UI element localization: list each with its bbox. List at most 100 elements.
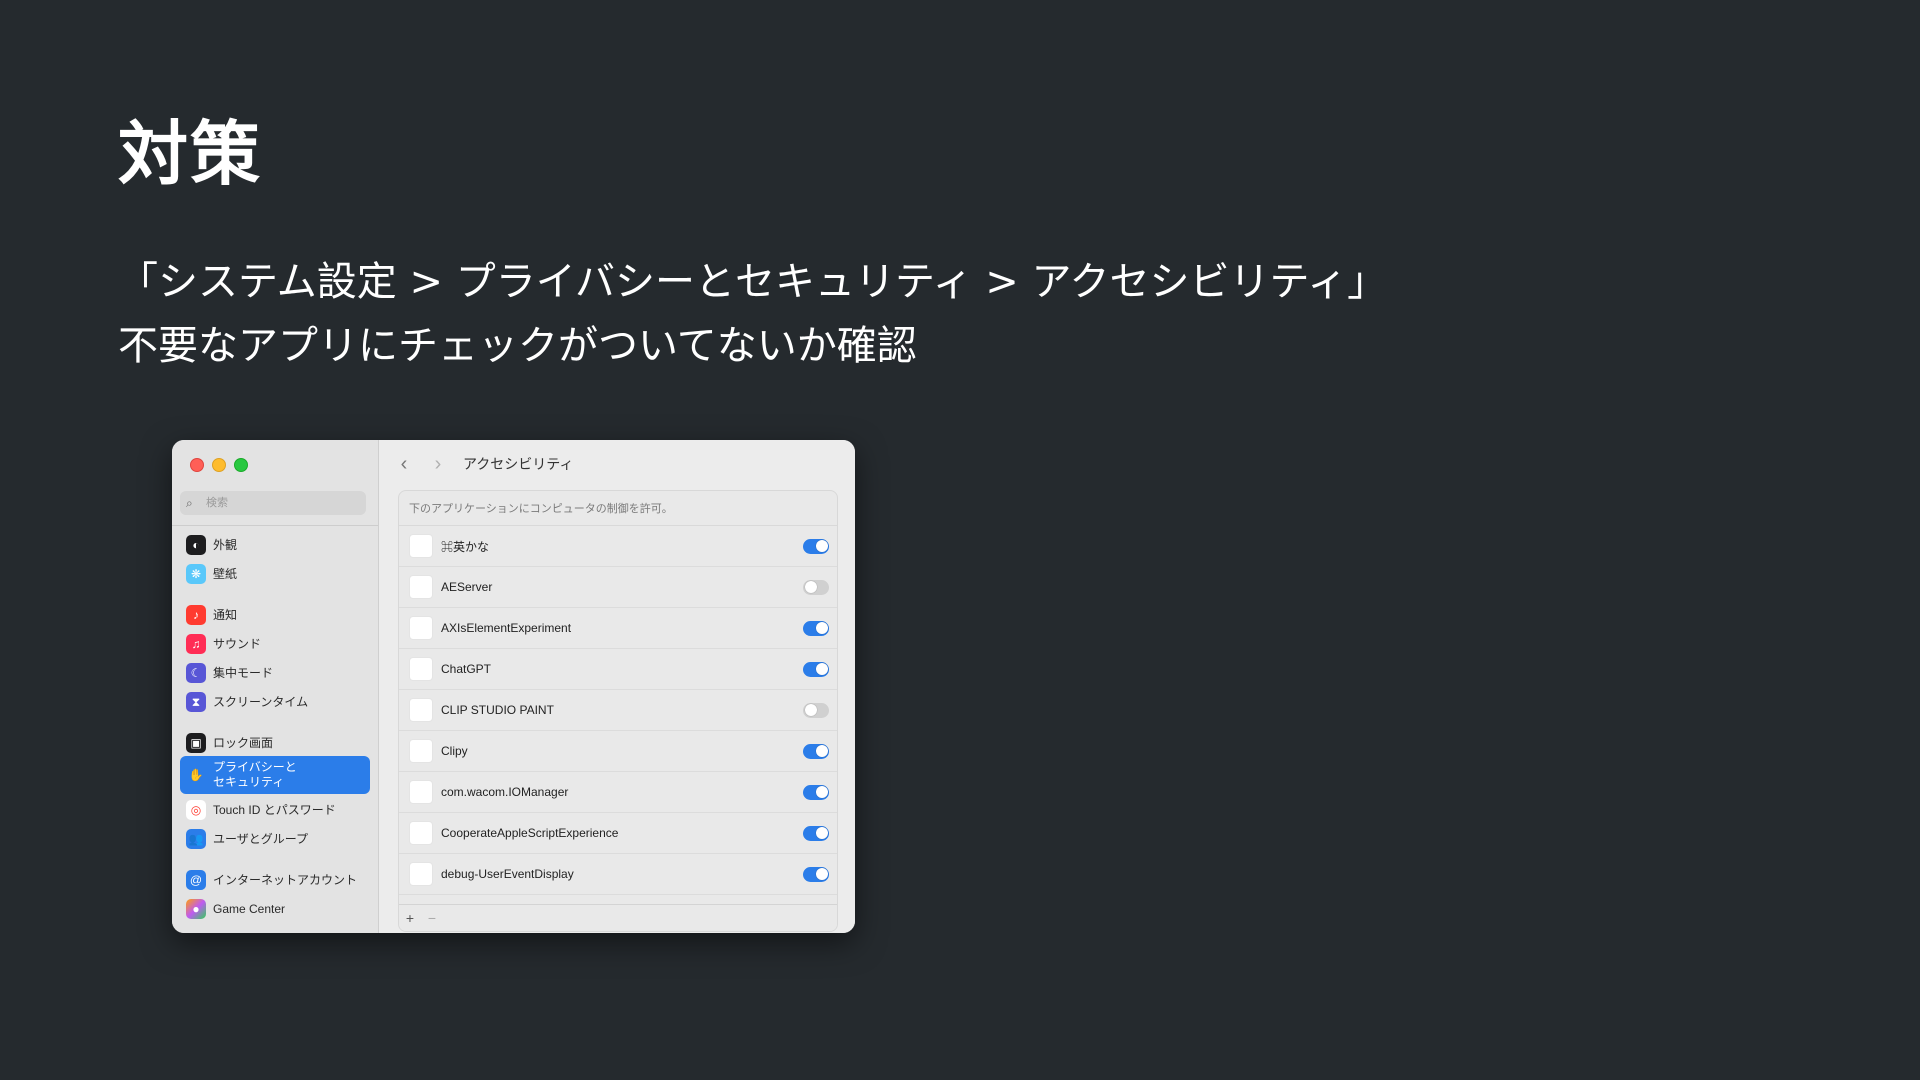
app-access-toggle[interactable] xyxy=(803,538,829,554)
sidebar-item-notifications[interactable]: ♪ 通知 xyxy=(180,602,370,628)
close-window-button[interactable] xyxy=(190,458,204,472)
app-row: AXIsElementExperiment xyxy=(399,608,837,649)
search-input[interactable] xyxy=(204,496,358,510)
app-icon xyxy=(409,780,433,804)
app-access-toggle[interactable] xyxy=(803,620,829,636)
app-access-toggle[interactable] xyxy=(803,702,829,718)
window-controls xyxy=(190,458,248,472)
sidebar-item-label: プライバシーと セキュリティ xyxy=(213,760,297,789)
panel-description: 下のアプリケーションにコンピュータの制御を許可。 xyxy=(399,491,837,526)
app-name: AXIsElementExperiment xyxy=(441,621,572,635)
slide-body: 「システム設定 > プライバシーとセキュリティ > アクセシビリティ」 不要なア… xyxy=(118,250,1387,378)
sidebar: ⌕ ◐ 外観 ❋ 壁紙 ♪ 通知 ♫ サウンド ☾ 集中モード xyxy=(172,440,379,933)
sidebar-item-label: ユーザとグループ xyxy=(213,831,309,846)
privacy-hand-icon: ✋ xyxy=(188,768,204,782)
app-row: CLIP STUDIO PAINT xyxy=(399,690,837,731)
app-row: Clipy xyxy=(399,731,837,772)
app-icon xyxy=(409,657,433,681)
toggle-knob xyxy=(815,786,828,798)
sidebar-item-label: ロック画面 xyxy=(213,735,274,750)
app-row: CooperateAppleScriptExperience xyxy=(399,813,837,854)
sidebar-item-focus[interactable]: ☾ 集中モード xyxy=(180,660,370,686)
app-name: com.wacom.IOManager xyxy=(441,785,569,799)
minimize-window-button[interactable] xyxy=(212,458,226,472)
slide-title: 対策 xyxy=(118,113,262,195)
app-access-toggle[interactable] xyxy=(803,866,829,882)
toggle-knob xyxy=(804,581,817,593)
sidebar-item-label: 通知 xyxy=(213,607,238,622)
toggle-knob xyxy=(815,745,828,757)
page-title: アクセシビリティ xyxy=(463,456,574,472)
sidebar-item-internet-accounts[interactable]: @ インターネットアカウント xyxy=(180,867,370,893)
game-center-icon: ● xyxy=(186,899,206,919)
app-icon xyxy=(409,575,433,599)
sidebar-item-lock-screen[interactable]: ▣ ロック画面 xyxy=(180,730,370,756)
sidebar-item-users-groups[interactable]: 👥 ユーザとグループ xyxy=(180,826,370,852)
app-name: debug-UserEventDisplay xyxy=(441,867,574,881)
zoom-window-button[interactable] xyxy=(234,458,248,472)
toggle-knob xyxy=(815,540,828,552)
sidebar-item-touch-id[interactable]: ◎ Touch ID とパスワード xyxy=(180,797,370,823)
app-icon xyxy=(409,821,433,845)
sidebar-item-label: 壁紙 xyxy=(213,566,238,581)
sidebar-item-label: 集中モード xyxy=(213,665,274,680)
accessibility-app-list: 下のアプリケーションにコンピュータの制御を許可。 ⌘英かな AEServer AXI… xyxy=(398,490,838,932)
app-name: AEServer xyxy=(441,580,493,594)
app-access-toggle[interactable] xyxy=(803,784,829,800)
sidebar-search: ⌕ xyxy=(180,491,366,515)
app-access-toggle[interactable] xyxy=(803,743,829,759)
screen-time-icon: ⧗ xyxy=(186,692,206,712)
toggle-knob xyxy=(815,663,828,675)
app-name: ChatGPT xyxy=(441,662,492,676)
lock-screen-icon: ▣ xyxy=(186,733,206,753)
app-icon xyxy=(409,616,433,640)
toolbar: ‹ › アクセシビリティ xyxy=(379,440,855,488)
sound-icon: ♫ xyxy=(186,634,206,654)
search-icon: ⌕ xyxy=(186,495,193,510)
app-row: ChatGPT xyxy=(399,649,837,690)
sidebar-item-label: サウンド xyxy=(213,636,262,651)
sidebar-item-sound[interactable]: ♫ サウンド xyxy=(180,631,370,657)
app-name: CLIP STUDIO PAINT xyxy=(441,703,554,717)
remove-app-button[interactable]: − xyxy=(421,910,443,926)
toggle-knob xyxy=(804,704,817,716)
sidebar-item-label: スクリーンタイム xyxy=(213,694,309,709)
notifications-icon: ♪ xyxy=(186,605,206,625)
sidebar-item-game-center[interactable]: ● Game Center xyxy=(180,896,370,922)
panel-footer: + − xyxy=(399,904,837,931)
app-row: debug-UserEventDisplay xyxy=(399,854,837,895)
app-name: CooperateAppleScriptExperience xyxy=(441,826,619,840)
toggle-knob xyxy=(815,827,828,839)
back-button[interactable]: ‹ xyxy=(387,453,421,476)
app-row: com.wacom.IOManager xyxy=(399,772,837,813)
sidebar-item-label: Game Center xyxy=(213,901,286,916)
app-access-toggle[interactable] xyxy=(803,579,829,595)
touch-id-icon: ◎ xyxy=(186,800,206,820)
appearance-icon: ◐ xyxy=(186,535,206,555)
app-icon xyxy=(409,862,433,886)
forward-button[interactable]: › xyxy=(421,453,455,476)
main-pane: ‹ › アクセシビリティ 下のアプリケーションにコンピュータの制御を許可。 ⌘英… xyxy=(379,440,855,933)
app-icon xyxy=(409,534,433,558)
slide-text-line-2: 不要なアプリにチェックがついてないか確認 xyxy=(118,323,917,369)
sidebar-item-appearance[interactable]: ◐ 外観 xyxy=(180,532,370,558)
app-access-toggle[interactable] xyxy=(803,661,829,677)
wallpaper-icon: ❋ xyxy=(186,564,206,584)
sidebar-item-wallpaper[interactable]: ❋ 壁紙 xyxy=(180,561,370,587)
app-rows: ⌘英かな AEServer AXIsElementExperiment ChatGPT… xyxy=(399,526,837,901)
toggle-knob xyxy=(815,868,828,880)
system-settings-window: ⌕ ◐ 外観 ❋ 壁紙 ♪ 通知 ♫ サウンド ☾ 集中モード xyxy=(172,440,855,933)
sidebar-divider xyxy=(172,525,378,526)
sidebar-item-label: Touch ID とパスワード xyxy=(213,802,336,817)
sidebar-item-privacy-security[interactable]: ✋ プライバシーと セキュリティ xyxy=(180,756,370,794)
app-name: ⌘英かな xyxy=(441,539,490,554)
add-app-button[interactable]: + xyxy=(399,910,421,926)
sidebar-item-label: インターネットアカウント xyxy=(213,872,358,887)
sidebar-item-screen-time[interactable]: ⧗ スクリーンタイム xyxy=(180,689,370,715)
app-icon xyxy=(409,739,433,763)
app-access-toggle[interactable] xyxy=(803,825,829,841)
internet-accounts-icon: @ xyxy=(186,870,206,890)
focus-icon: ☾ xyxy=(186,663,206,683)
toggle-knob xyxy=(815,622,828,634)
users-icon: 👥 xyxy=(186,829,206,849)
